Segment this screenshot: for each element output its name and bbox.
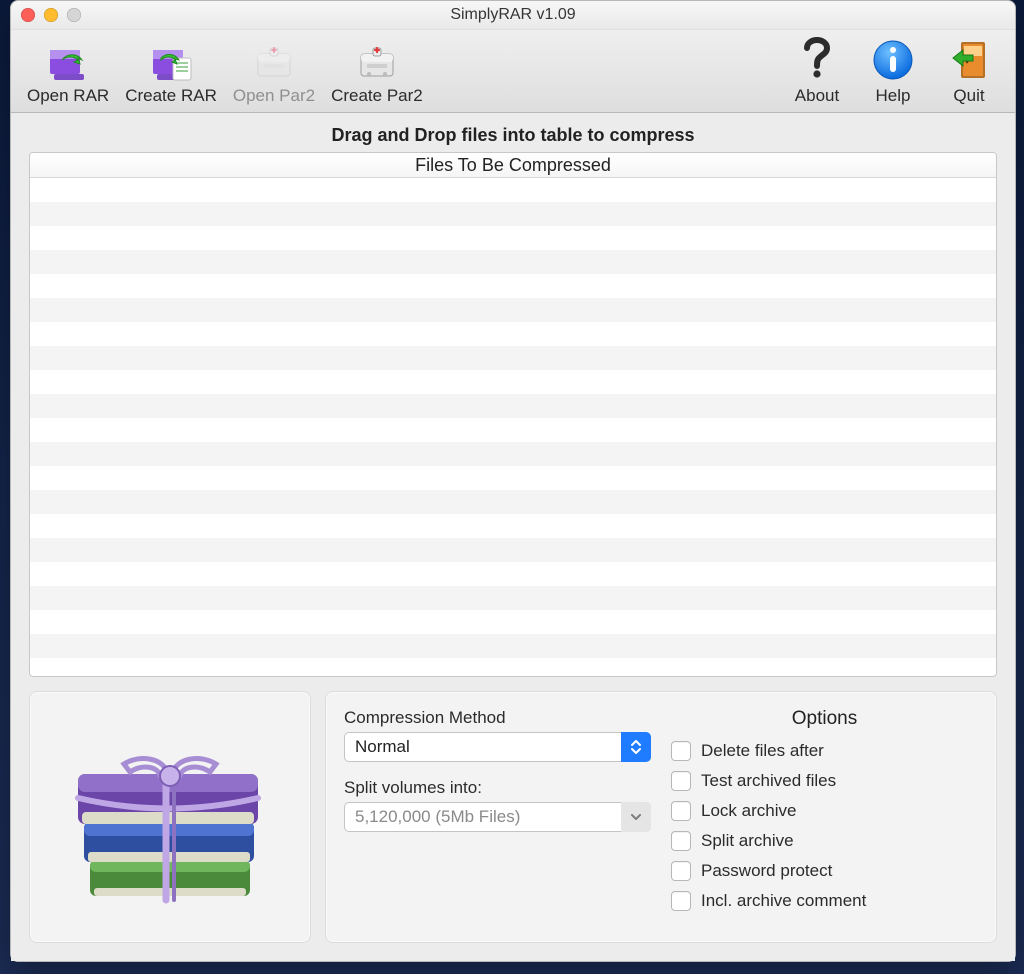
fullscreen-window-button[interactable] [67, 8, 81, 22]
checkbox[interactable] [671, 771, 691, 791]
split-volumes-label: Split volumes into: [344, 778, 651, 798]
table-row[interactable] [30, 322, 996, 346]
help-label: Help [876, 86, 911, 106]
table-row[interactable] [30, 634, 996, 658]
open-rar-icon [44, 36, 92, 84]
settings-panel: Compression Method Normal Split volumes … [325, 691, 997, 943]
option-label: Password protect [701, 861, 832, 881]
option-label: Incl. archive comment [701, 891, 866, 911]
table-row[interactable] [30, 298, 996, 322]
table-row[interactable] [30, 562, 996, 586]
create-par2-icon [353, 36, 401, 84]
table-row[interactable] [30, 274, 996, 298]
compression-settings: Compression Method Normal Split volumes … [344, 708, 651, 934]
table-row[interactable] [30, 250, 996, 274]
create-rar-label: Create RAR [125, 86, 217, 106]
quit-icon [945, 36, 993, 84]
checkbox[interactable] [671, 891, 691, 911]
table-row[interactable] [30, 226, 996, 250]
table-row[interactable] [30, 178, 996, 202]
app-window: SimplyRAR v1.09 Open RAR [10, 0, 1016, 962]
files-table-rows[interactable] [30, 178, 996, 676]
checkbox[interactable] [671, 831, 691, 851]
window-title: SimplyRAR v1.09 [450, 6, 575, 24]
options-title: Options [671, 708, 978, 730]
content-area: Drag and Drop files into table to compre… [11, 113, 1015, 961]
options-group: Options Delete files after Test archived… [671, 708, 978, 934]
table-row[interactable] [30, 610, 996, 634]
about-label: About [795, 86, 839, 106]
split-volumes-value[interactable]: 5,120,000 (5Mb Files) [344, 802, 651, 832]
option-password-protect[interactable]: Password protect [671, 856, 978, 886]
compression-method-label: Compression Method [344, 708, 651, 728]
create-par2-label: Create Par2 [331, 86, 423, 106]
option-delete-files-after[interactable]: Delete files after [671, 736, 978, 766]
table-row[interactable] [30, 466, 996, 490]
open-rar-label: Open RAR [27, 86, 109, 106]
table-row[interactable] [30, 346, 996, 370]
option-lock-archive[interactable]: Lock archive [671, 796, 978, 826]
compression-method-select[interactable]: Normal [344, 732, 651, 762]
titlebar[interactable]: SimplyRAR v1.09 [11, 1, 1015, 30]
option-incl-archive-comment[interactable]: Incl. archive comment [671, 886, 978, 916]
checkbox[interactable] [671, 741, 691, 761]
info-icon [869, 36, 917, 84]
table-row[interactable] [30, 370, 996, 394]
open-par2-button: Open Par2 [225, 36, 323, 106]
option-label: Delete files after [701, 741, 824, 761]
open-par2-label: Open Par2 [233, 86, 315, 106]
files-table[interactable]: Files To Be Compressed [29, 152, 997, 677]
create-rar-button[interactable]: Create RAR [117, 36, 225, 106]
quit-label: Quit [953, 86, 984, 106]
table-row[interactable] [30, 514, 996, 538]
create-rar-icon [147, 36, 195, 84]
create-par2-button[interactable]: Create Par2 [323, 36, 431, 106]
help-button[interactable]: Help [855, 36, 931, 106]
table-row[interactable] [30, 418, 996, 442]
books-icon [60, 710, 280, 925]
table-row[interactable] [30, 394, 996, 418]
close-window-button[interactable] [21, 8, 35, 22]
files-table-header: Files To Be Compressed [30, 153, 996, 178]
logo-panel [29, 691, 311, 943]
quit-button[interactable]: Quit [931, 36, 1007, 106]
minimize-window-button[interactable] [44, 8, 58, 22]
drop-hint: Drag and Drop files into table to compre… [29, 125, 997, 146]
table-row[interactable] [30, 490, 996, 514]
checkbox[interactable] [671, 801, 691, 821]
question-icon [793, 36, 841, 84]
table-row[interactable] [30, 538, 996, 562]
compression-method-value[interactable]: Normal [344, 732, 651, 762]
option-label: Split archive [701, 831, 794, 851]
toolbar: Open RAR Create RAR [11, 30, 1015, 113]
table-row[interactable] [30, 442, 996, 466]
about-button[interactable]: About [779, 36, 855, 106]
split-volumes-select[interactable]: 5,120,000 (5Mb Files) [344, 802, 651, 832]
table-row[interactable] [30, 586, 996, 610]
bottom-panels: Compression Method Normal Split volumes … [29, 691, 997, 943]
option-label: Lock archive [701, 801, 796, 821]
open-par2-icon [250, 36, 298, 84]
option-label: Test archived files [701, 771, 836, 791]
checkbox[interactable] [671, 861, 691, 881]
traffic-lights [21, 8, 81, 22]
option-test-archived-files[interactable]: Test archived files [671, 766, 978, 796]
option-split-archive[interactable]: Split archive [671, 826, 978, 856]
open-rar-button[interactable]: Open RAR [19, 36, 117, 106]
table-row[interactable] [30, 202, 996, 226]
